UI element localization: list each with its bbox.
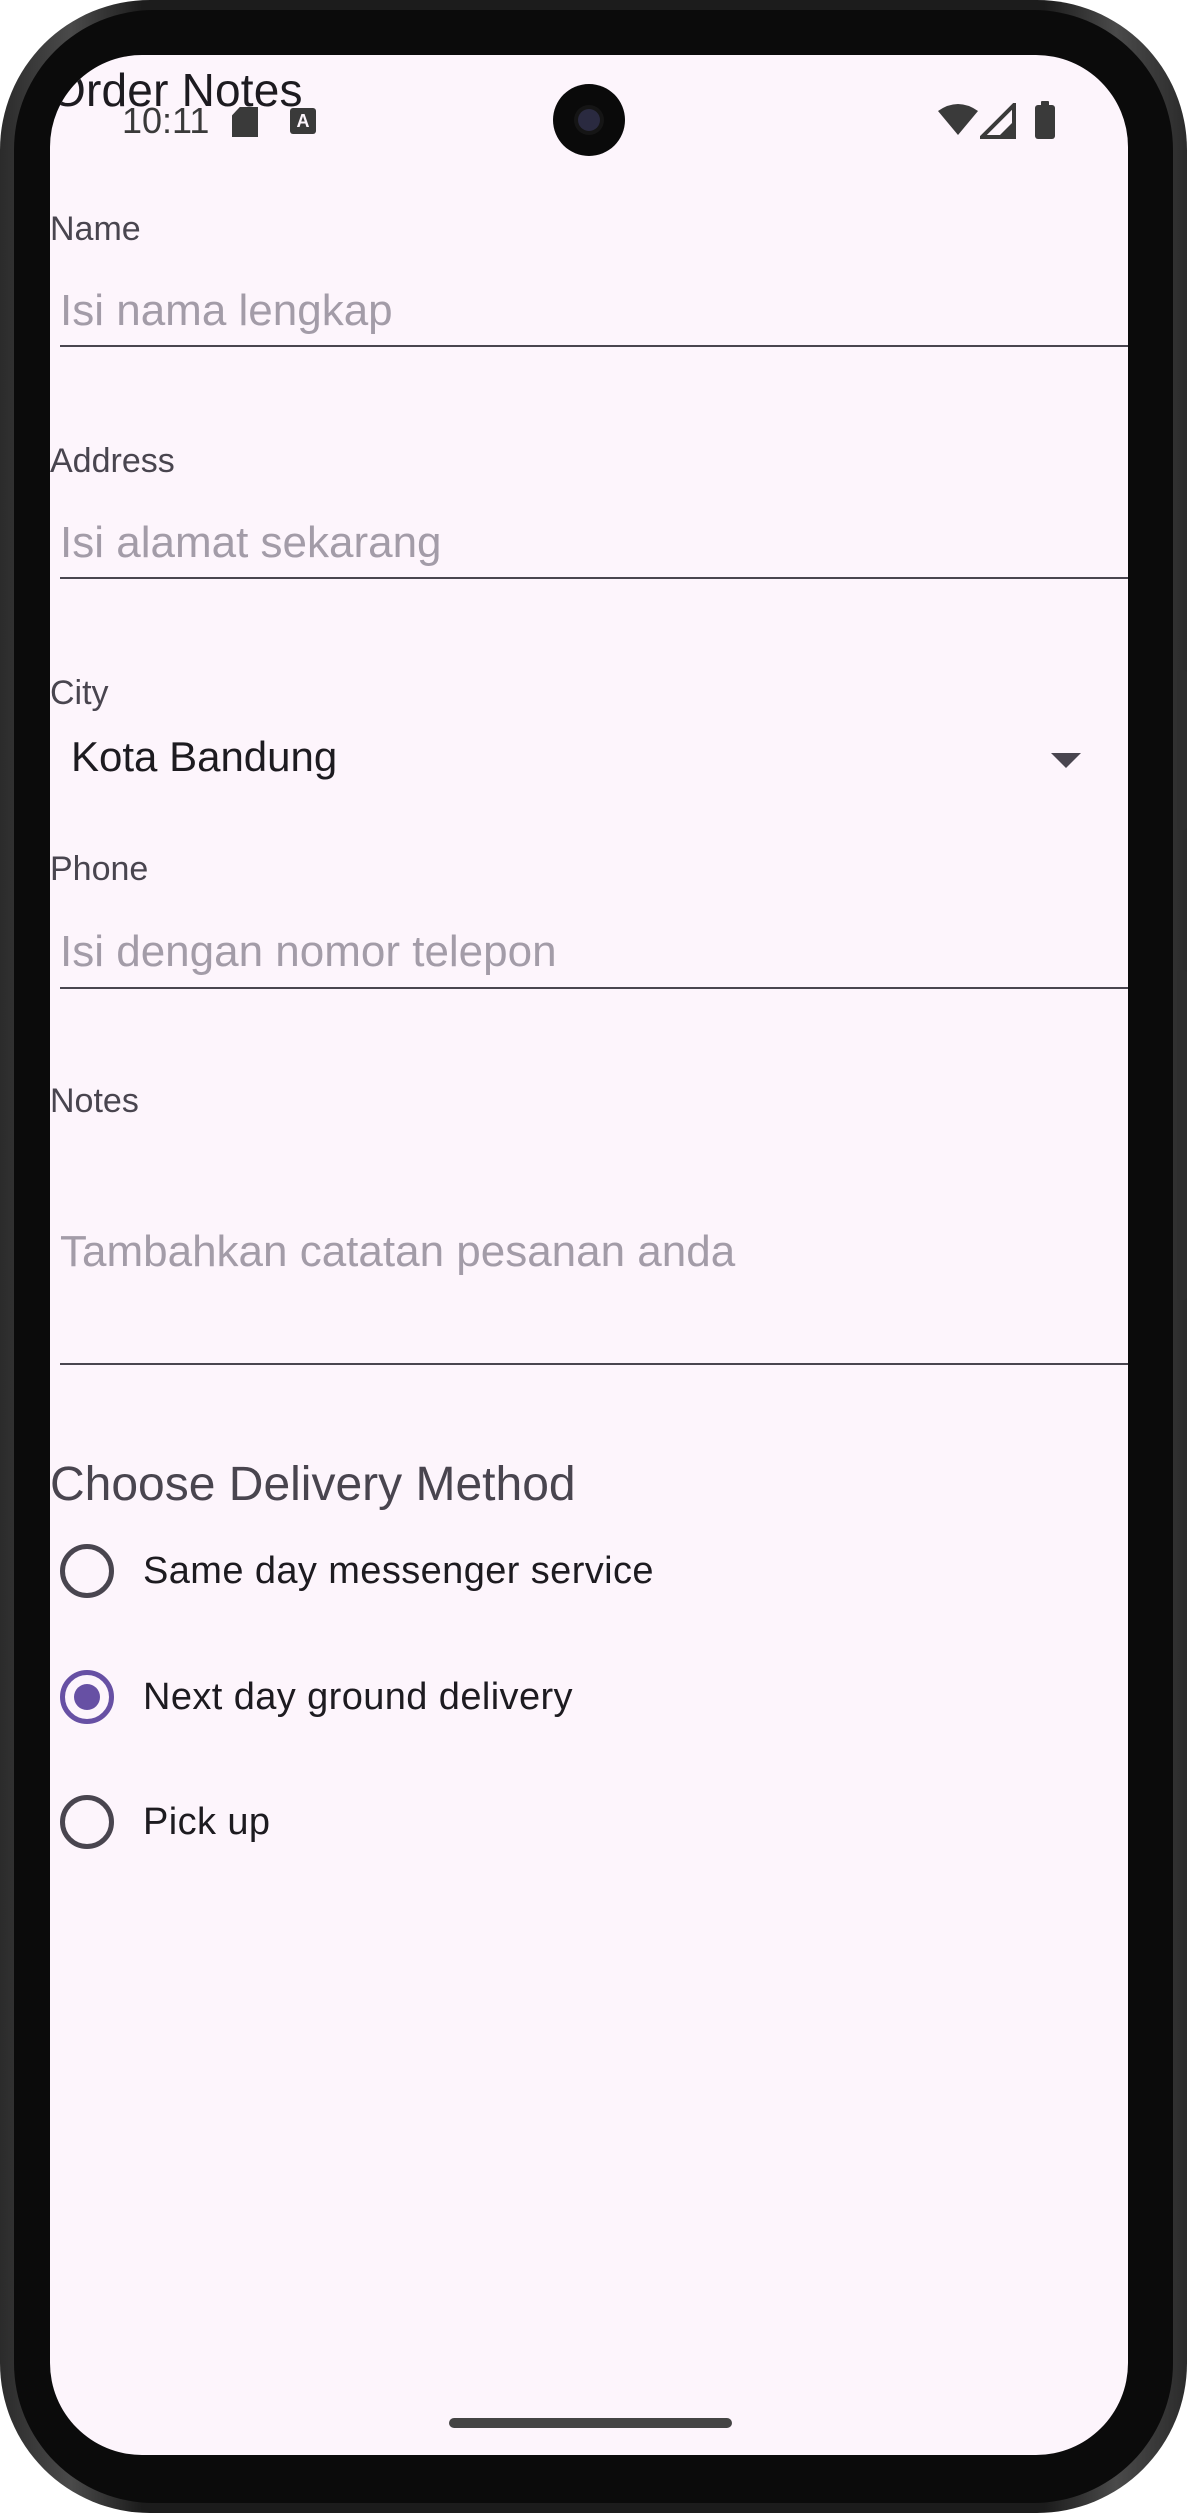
phone-label: Phone: [50, 850, 149, 888]
city-dropdown[interactable]: Kota Bandung: [50, 715, 1128, 795]
delivery-option-label: Same day messenger service: [143, 1550, 654, 1592]
notes-label: Notes: [50, 1082, 139, 1120]
volume-button: [1177, 970, 1187, 1300]
city-selected-value: Kota Bandung: [71, 733, 338, 780]
address-input[interactable]: [60, 509, 1128, 579]
app-screen: Order Notes 10:11 A Name Address City Ko…: [50, 55, 1128, 2455]
radio-unchecked-icon[interactable]: [60, 1795, 114, 1849]
dropdown-arrow-icon: [1051, 753, 1081, 768]
sd-card-icon: [232, 107, 258, 137]
radio-unchecked-icon[interactable]: [60, 1544, 114, 1598]
name-label: Name: [50, 210, 141, 248]
delivery-option-next-day[interactable]: Next day ground delivery: [60, 1659, 760, 1735]
front-camera: [553, 84, 625, 156]
power-button: [1177, 670, 1187, 830]
delivery-option-label: Next day ground delivery: [143, 1676, 573, 1718]
status-time: 10:11: [122, 100, 210, 141]
wifi-icon: [938, 104, 978, 135]
notes-input[interactable]: [60, 1165, 1128, 1365]
delivery-option-label: Pick up: [143, 1801, 271, 1843]
a-notification-icon: A: [290, 108, 316, 134]
home-indicator[interactable]: [449, 2418, 732, 2428]
radio-checked-icon[interactable]: [60, 1670, 114, 1724]
delivery-option-same-day[interactable]: Same day messenger service: [60, 1533, 760, 1609]
name-input[interactable]: [60, 277, 1128, 347]
cellular-signal-icon: [980, 103, 1016, 139]
city-label: City: [50, 674, 109, 712]
delivery-method-heading: Choose Delivery Method: [50, 1458, 576, 1511]
phone-input[interactable]: [60, 917, 1128, 989]
battery-icon: [1035, 101, 1055, 139]
address-label: Address: [50, 442, 175, 480]
phone-frame: Order Notes 10:11 A Name Address City Ko…: [0, 0, 1187, 2513]
delivery-option-pick-up[interactable]: Pick up: [60, 1784, 760, 1860]
